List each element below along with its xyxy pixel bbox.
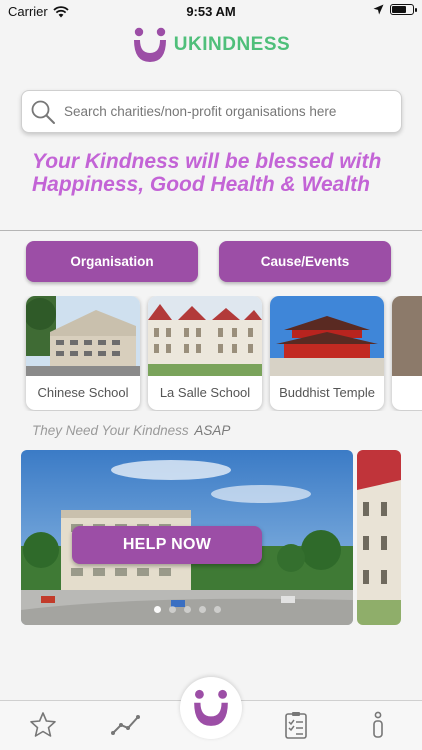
- peek-image: [392, 296, 422, 376]
- tab-home[interactable]: [180, 677, 242, 739]
- carousel-dot[interactable]: [183, 606, 191, 613]
- status-time: 9:53 AM: [186, 4, 236, 19]
- tagline: Your Kindness will be blessed with Happi…: [32, 150, 382, 196]
- status-right: [373, 4, 417, 15]
- chart-icon[interactable]: [111, 713, 141, 737]
- tab-favourites[interactable]: [25, 707, 61, 743]
- carousel-dot[interactable]: [153, 606, 161, 613]
- category-label: La Salle School: [159, 385, 251, 400]
- help-now-button[interactable]: HELP NOW: [72, 526, 262, 564]
- organisation-button[interactable]: Organisation: [26, 241, 198, 282]
- divider: [0, 230, 422, 231]
- cause-events-button[interactable]: Cause/Events: [219, 241, 391, 282]
- need-text: They Need Your Kindness: [32, 423, 189, 438]
- brand-header: UKINDNESS: [0, 24, 422, 66]
- peek-banner-image: [357, 450, 401, 625]
- tab-info[interactable]: [360, 707, 396, 743]
- carousel-dots[interactable]: [21, 606, 353, 613]
- need-kindness-text: They Need Your Kindness ASAP: [32, 423, 230, 438]
- buddhist-temple-image: [270, 296, 384, 376]
- carousel-dot[interactable]: [168, 606, 176, 613]
- home-smile-icon[interactable]: [192, 688, 230, 728]
- category-label: Buddhist Temple: [279, 385, 375, 400]
- chinese-school-image: [26, 296, 140, 376]
- category-card-buddhist-temple[interactable]: Buddhist Temple: [270, 296, 384, 410]
- banner-slide-peek[interactable]: [357, 450, 401, 625]
- la-salle-school-image: [148, 296, 262, 376]
- asap-label: ASAP: [194, 423, 231, 438]
- category-carousel[interactable]: Chinese School La Salle School Buddhist …: [0, 296, 422, 411]
- search-input[interactable]: [64, 104, 384, 119]
- search-icon[interactable]: [30, 99, 56, 125]
- search-bar[interactable]: [21, 90, 402, 133]
- carousel-dot[interactable]: [213, 606, 221, 613]
- tab-tasks[interactable]: [278, 707, 314, 743]
- checklist-icon[interactable]: [284, 711, 308, 739]
- brand-name: UKINDNESS: [173, 34, 291, 55]
- carousel-dot[interactable]: [198, 606, 206, 613]
- status-bar: Carrier 9:53 AM: [0, 0, 422, 22]
- category-card-peek[interactable]: [392, 296, 422, 410]
- category-card-la-salle-school[interactable]: La Salle School: [148, 296, 262, 410]
- info-icon[interactable]: [371, 711, 385, 739]
- star-icon[interactable]: [29, 711, 57, 739]
- category-label: Chinese School: [37, 385, 129, 400]
- tab-stats[interactable]: [108, 707, 144, 743]
- battery-icon: [390, 4, 417, 15]
- location-arrow-icon: [373, 4, 384, 15]
- help-banner-carousel[interactable]: HELP NOW: [21, 450, 401, 625]
- banner-slide[interactable]: HELP NOW: [21, 450, 353, 625]
- category-card-chinese-school[interactable]: Chinese School: [26, 296, 140, 410]
- smile-logo-icon: [133, 27, 166, 62]
